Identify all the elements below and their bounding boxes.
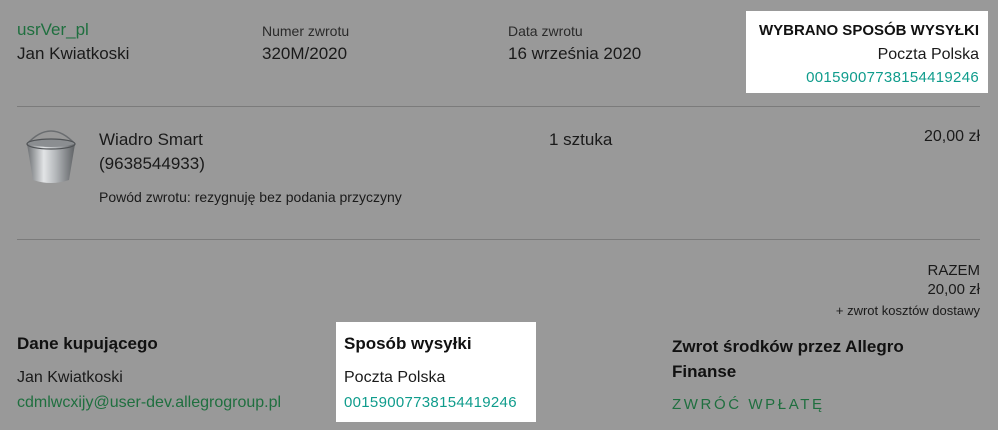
return-reason-value: rezygnuję bez podania przyczyny [194,189,402,205]
selected-shipping-box: WYBRANO SPOSÓB WYSYŁKI Poczta Polska 001… [746,11,988,93]
return-number-label: Numer zwrotu [262,23,350,39]
bucket-icon [22,124,80,186]
buyer-data-title: Dane kupującego [17,334,158,353]
shipping-title: Sposób wysyłki [344,334,472,353]
buyer-email-link[interactable]: cdmlwcxijy@user-dev.allegrogroup.pl [17,394,281,412]
return-date-label: Data zwrotu [508,23,583,39]
return-reason-label: Powód zwrotu: [99,189,191,205]
totals-label: RAZEM [927,262,981,279]
return-date-value: 16 września 2020 [508,44,642,63]
item-name: Wiadro Smart [99,130,203,149]
selected-shipping-tracking-link[interactable]: 00159007738154419246 [806,69,979,86]
refund-button[interactable]: ZWRÓĆ WPŁATĘ [672,396,825,413]
shipping-box: Sposób wysyłki Poczta Polska 00159007738… [336,322,536,422]
totals-note: + zwrot kosztów dostawy [835,303,980,318]
divider-top [17,106,980,107]
selected-shipping-title: WYBRANO SPOSÓB WYSYŁKI [758,22,979,39]
item-quantity: 1 sztuka [549,130,613,149]
buyer-data-name: Jan Kwiatkoski [17,369,123,386]
divider-bottom [17,239,980,240]
buyer-name: Jan Kwiatkoski [17,44,130,63]
return-reason: Powód zwrotu: rezygnuję bez podania przy… [99,189,402,205]
selected-shipping-carrier: Poczta Polska [877,46,979,63]
item-price: 20,00 zł [923,128,980,145]
return-number-value: 320M/2020 [262,44,348,63]
shipping-carrier: Poczta Polska [344,369,446,386]
refund-title: Zwrot środków przez Allegro Finanse [672,337,904,381]
item-offer-id: (9638544933) [99,154,205,173]
shipping-tracking-link[interactable]: 00159007738154419246 [344,394,517,411]
user-login-link[interactable]: usrVer_pl [17,20,89,40]
totals-value: 20,00 zł [927,281,980,298]
